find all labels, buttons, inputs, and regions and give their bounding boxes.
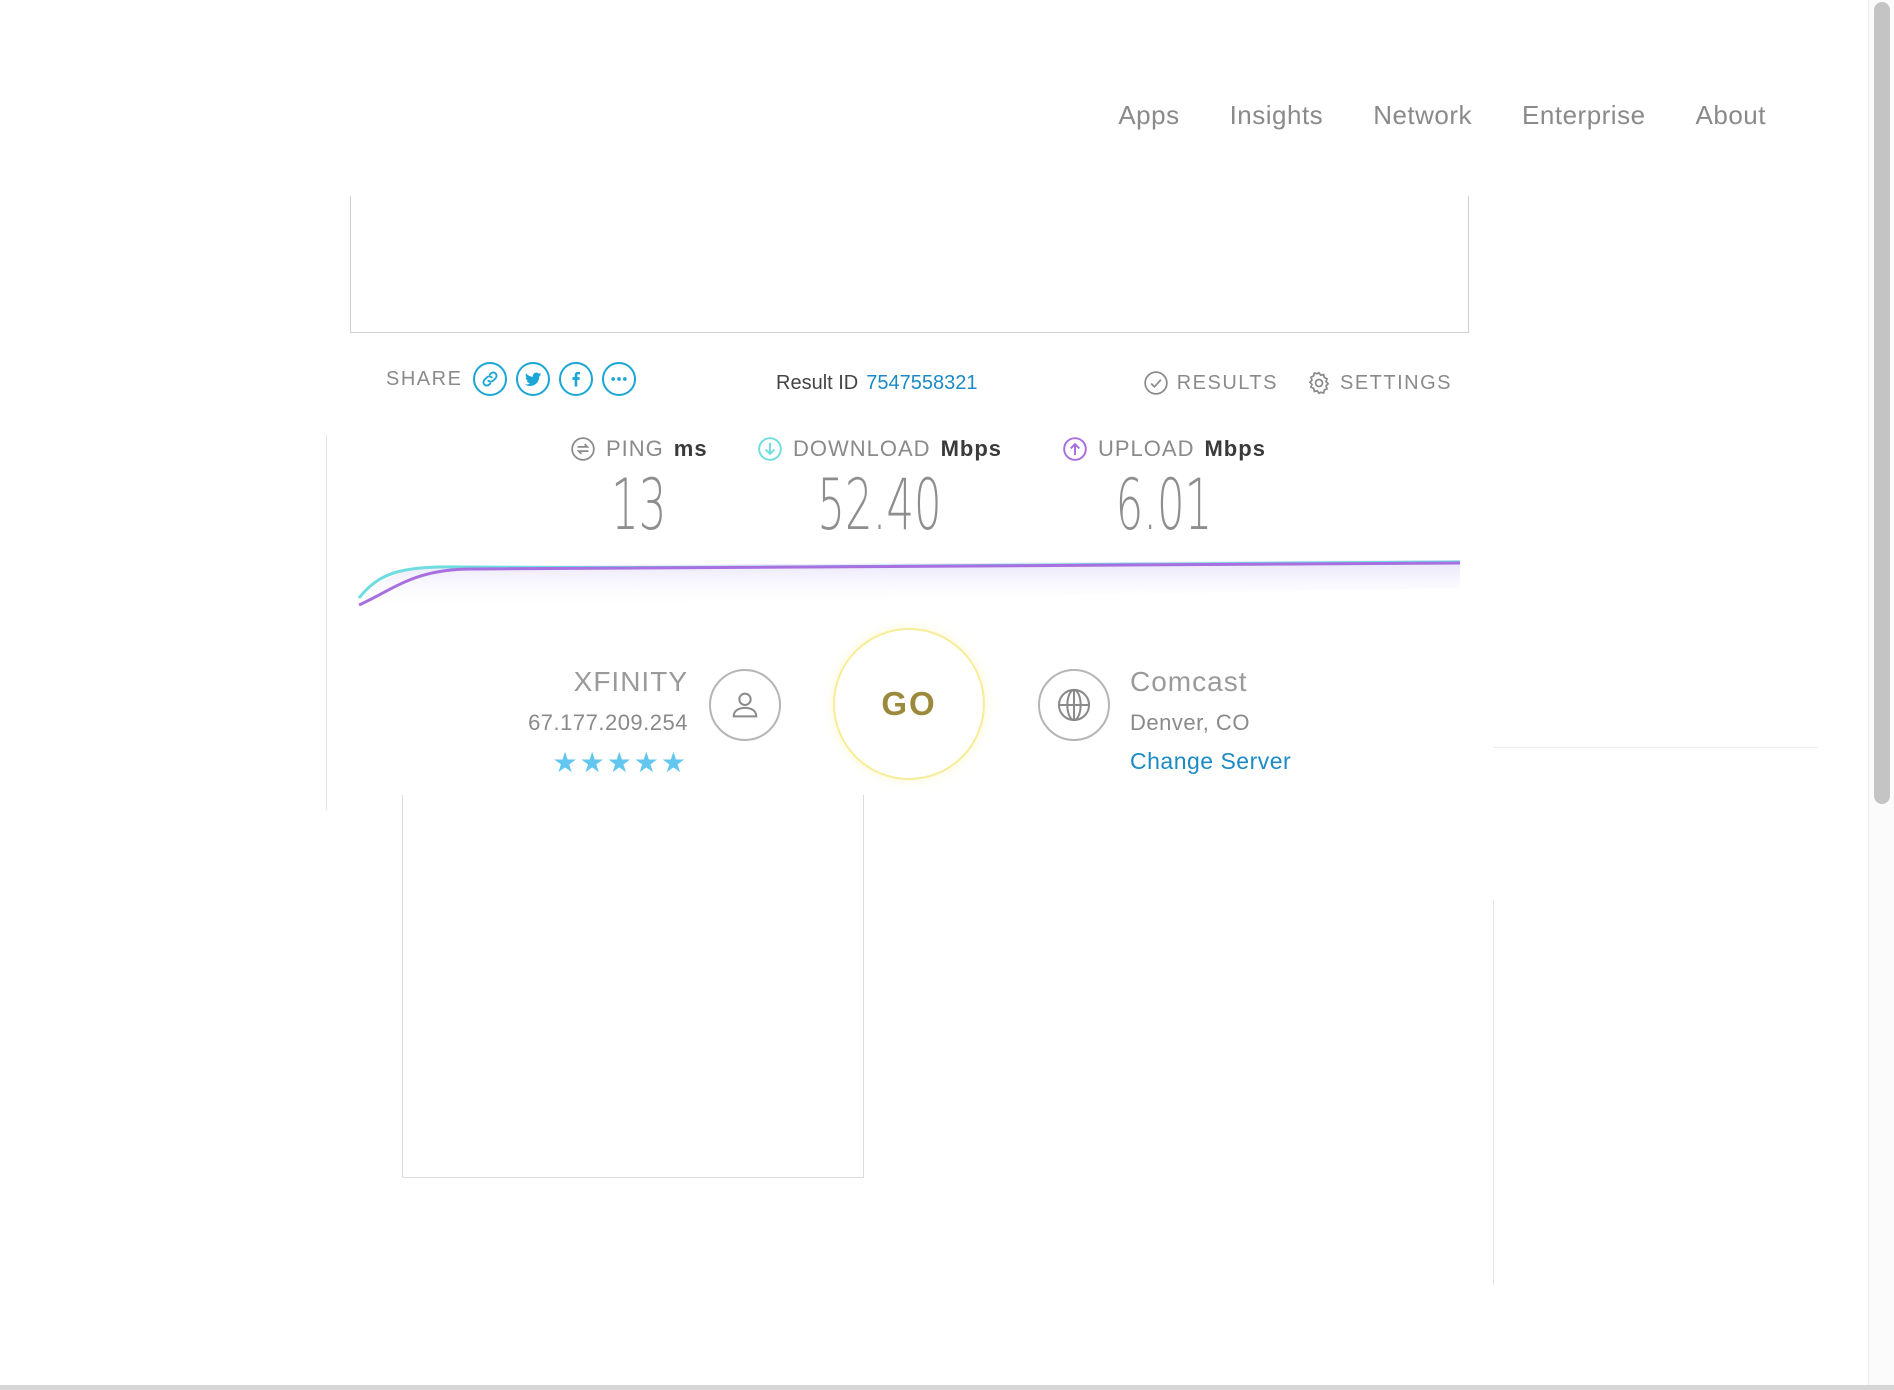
nav-about[interactable]: About (1696, 100, 1766, 131)
results-button[interactable]: RESULTS (1143, 370, 1278, 396)
share-label: SHARE (386, 367, 463, 390)
upload-value: 6.01 (1115, 464, 1213, 546)
download-icon (758, 437, 782, 461)
divider-right (1493, 900, 1494, 1285)
download-unit: Mbps (940, 436, 1003, 461)
scrollbar-thumb[interactable] (1874, 2, 1890, 804)
twitter-icon[interactable] (516, 362, 551, 396)
top-actions: RESULTS SETTINGS (1143, 370, 1452, 396)
facebook-icon[interactable] (559, 362, 594, 396)
upload-label: UPLOAD (1098, 436, 1195, 461)
share-bar: SHARE (386, 362, 637, 396)
isp-ip: 67.177.209.254 (528, 710, 688, 735)
upload-metric: UPLOAD Mbps 6.01 (1062, 436, 1266, 540)
download-header: DOWNLOAD Mbps (757, 436, 1002, 462)
divider-horizontal (1493, 747, 1818, 748)
ping-icon (571, 437, 595, 461)
server-info: Comcast Denver, CO Change Server (1130, 666, 1291, 775)
isp-info: XFINITY 67.177.209.254 ★★★★★ (480, 666, 688, 779)
check-circle-icon (1144, 371, 1168, 395)
go-label: GO (881, 685, 937, 722)
bottom-edge (0, 1385, 1894, 1390)
speed-graph (357, 560, 1461, 608)
nav-insights[interactable]: Insights (1230, 100, 1324, 131)
ad-banner-top (350, 196, 1469, 333)
settings-label: SETTINGS (1339, 371, 1452, 394)
top-nav: Apps Insights Network Enterprise About (1118, 100, 1766, 131)
nav-enterprise[interactable]: Enterprise (1522, 100, 1646, 131)
settings-button[interactable]: SETTINGS (1306, 370, 1452, 396)
results-label: RESULTS (1176, 371, 1278, 394)
globe-icon (1038, 669, 1110, 741)
gear-icon (1308, 371, 1330, 395)
download-label: DOWNLOAD (793, 436, 931, 461)
ping-metric: PING ms 13 (570, 436, 708, 540)
result-id-label: Result ID (776, 372, 859, 394)
upload-header: UPLOAD Mbps (1062, 436, 1266, 462)
download-value: 52.40 (817, 464, 942, 546)
go-button[interactable]: GO (833, 628, 985, 780)
isp-name: XFINITY (573, 666, 688, 697)
upload-unit: Mbps (1204, 436, 1266, 461)
server-name: Comcast (1130, 666, 1248, 697)
upload-icon (1063, 437, 1087, 461)
ping-unit: ms (673, 436, 708, 461)
isp-rating[interactable]: ★★★★★ (480, 746, 688, 779)
result-id: Result ID 7547558321 (776, 372, 977, 395)
ad-box-bottom (402, 795, 864, 1178)
ping-label: PING (606, 436, 664, 461)
link-icon[interactable] (473, 362, 508, 396)
change-server-link[interactable]: Change Server (1130, 748, 1291, 775)
result-id-link[interactable]: 7547558321 (866, 372, 977, 394)
server-location: Denver, CO (1130, 710, 1250, 735)
scrollbar[interactable] (1868, 0, 1894, 1386)
divider-left (326, 435, 327, 810)
download-metric: DOWNLOAD Mbps 52.40 (757, 436, 1002, 540)
ping-value: 13 (611, 464, 667, 546)
more-icon[interactable] (602, 362, 637, 396)
ping-header: PING ms (570, 436, 708, 462)
nav-apps[interactable]: Apps (1118, 100, 1179, 131)
user-icon (709, 669, 781, 741)
nav-network[interactable]: Network (1373, 100, 1472, 131)
